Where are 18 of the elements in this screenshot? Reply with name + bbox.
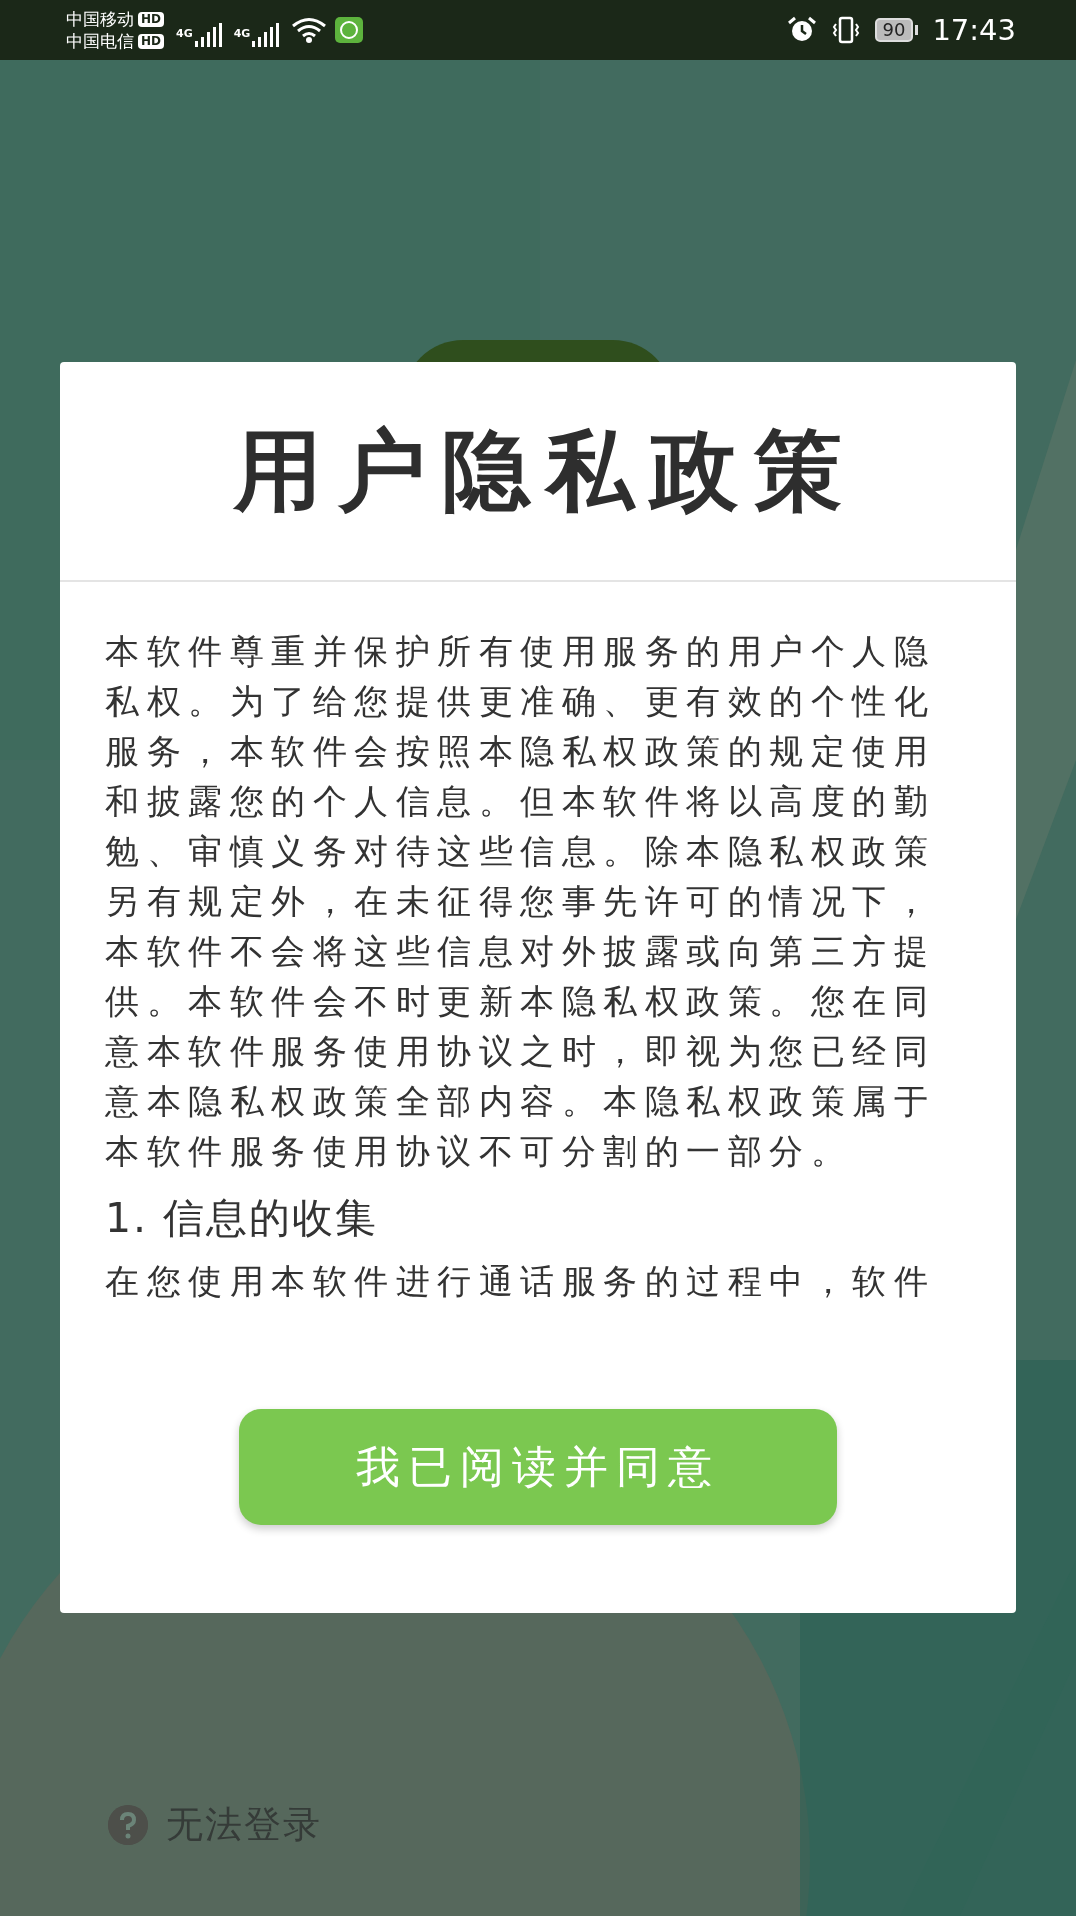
dialog-title: 用户隐私政策 — [234, 417, 858, 524]
alarm-clock-icon — [786, 16, 817, 44]
network-type: 4G — [176, 27, 193, 40]
clock-time: 17:43 — [932, 13, 1016, 47]
section-heading: 1. 信息的收集 — [105, 1193, 380, 1244]
policy-paragraph: 在您使用本软件进行通话服务的过程中，软件 — [105, 1260, 936, 1303]
chat-app-icon — [335, 17, 364, 43]
vibrate-icon — [830, 16, 861, 44]
wifi-icon — [291, 16, 328, 44]
hd-badge: HD — [138, 33, 164, 49]
hd-badge: HD — [138, 11, 164, 27]
agree-button[interactable]: 我已阅读并同意 — [239, 1409, 837, 1525]
carrier-name: 中国移动 — [66, 9, 134, 29]
signal-icon — [194, 23, 222, 47]
network-type: 4G — [233, 27, 251, 40]
signal-icon — [252, 23, 280, 47]
carrier-name: 中国电信 — [66, 31, 134, 51]
policy-paragraph: 本软件尊重并保护所有使用服务的用户个人隐私权。为了给您提供更准确、更有效的个性化服务，本软件会按照本隐私权政策的规定使用和披露您的个人信息。但本软件将以高度的勤勉、审慎义务对待这些信息。除本隐私权政策另有规定外，在未征得您事先许可的情况下，本软件不会将这些信息对外披露或向第三方提供。本软件会不时更新本隐私权政策。您在同意本软件服务使用协议之时，即视为您已经同意本隐私权政策全部内容。本隐私权政策属于本软件服务使用协议不可分割的一部分。 — [105, 630, 936, 1173]
